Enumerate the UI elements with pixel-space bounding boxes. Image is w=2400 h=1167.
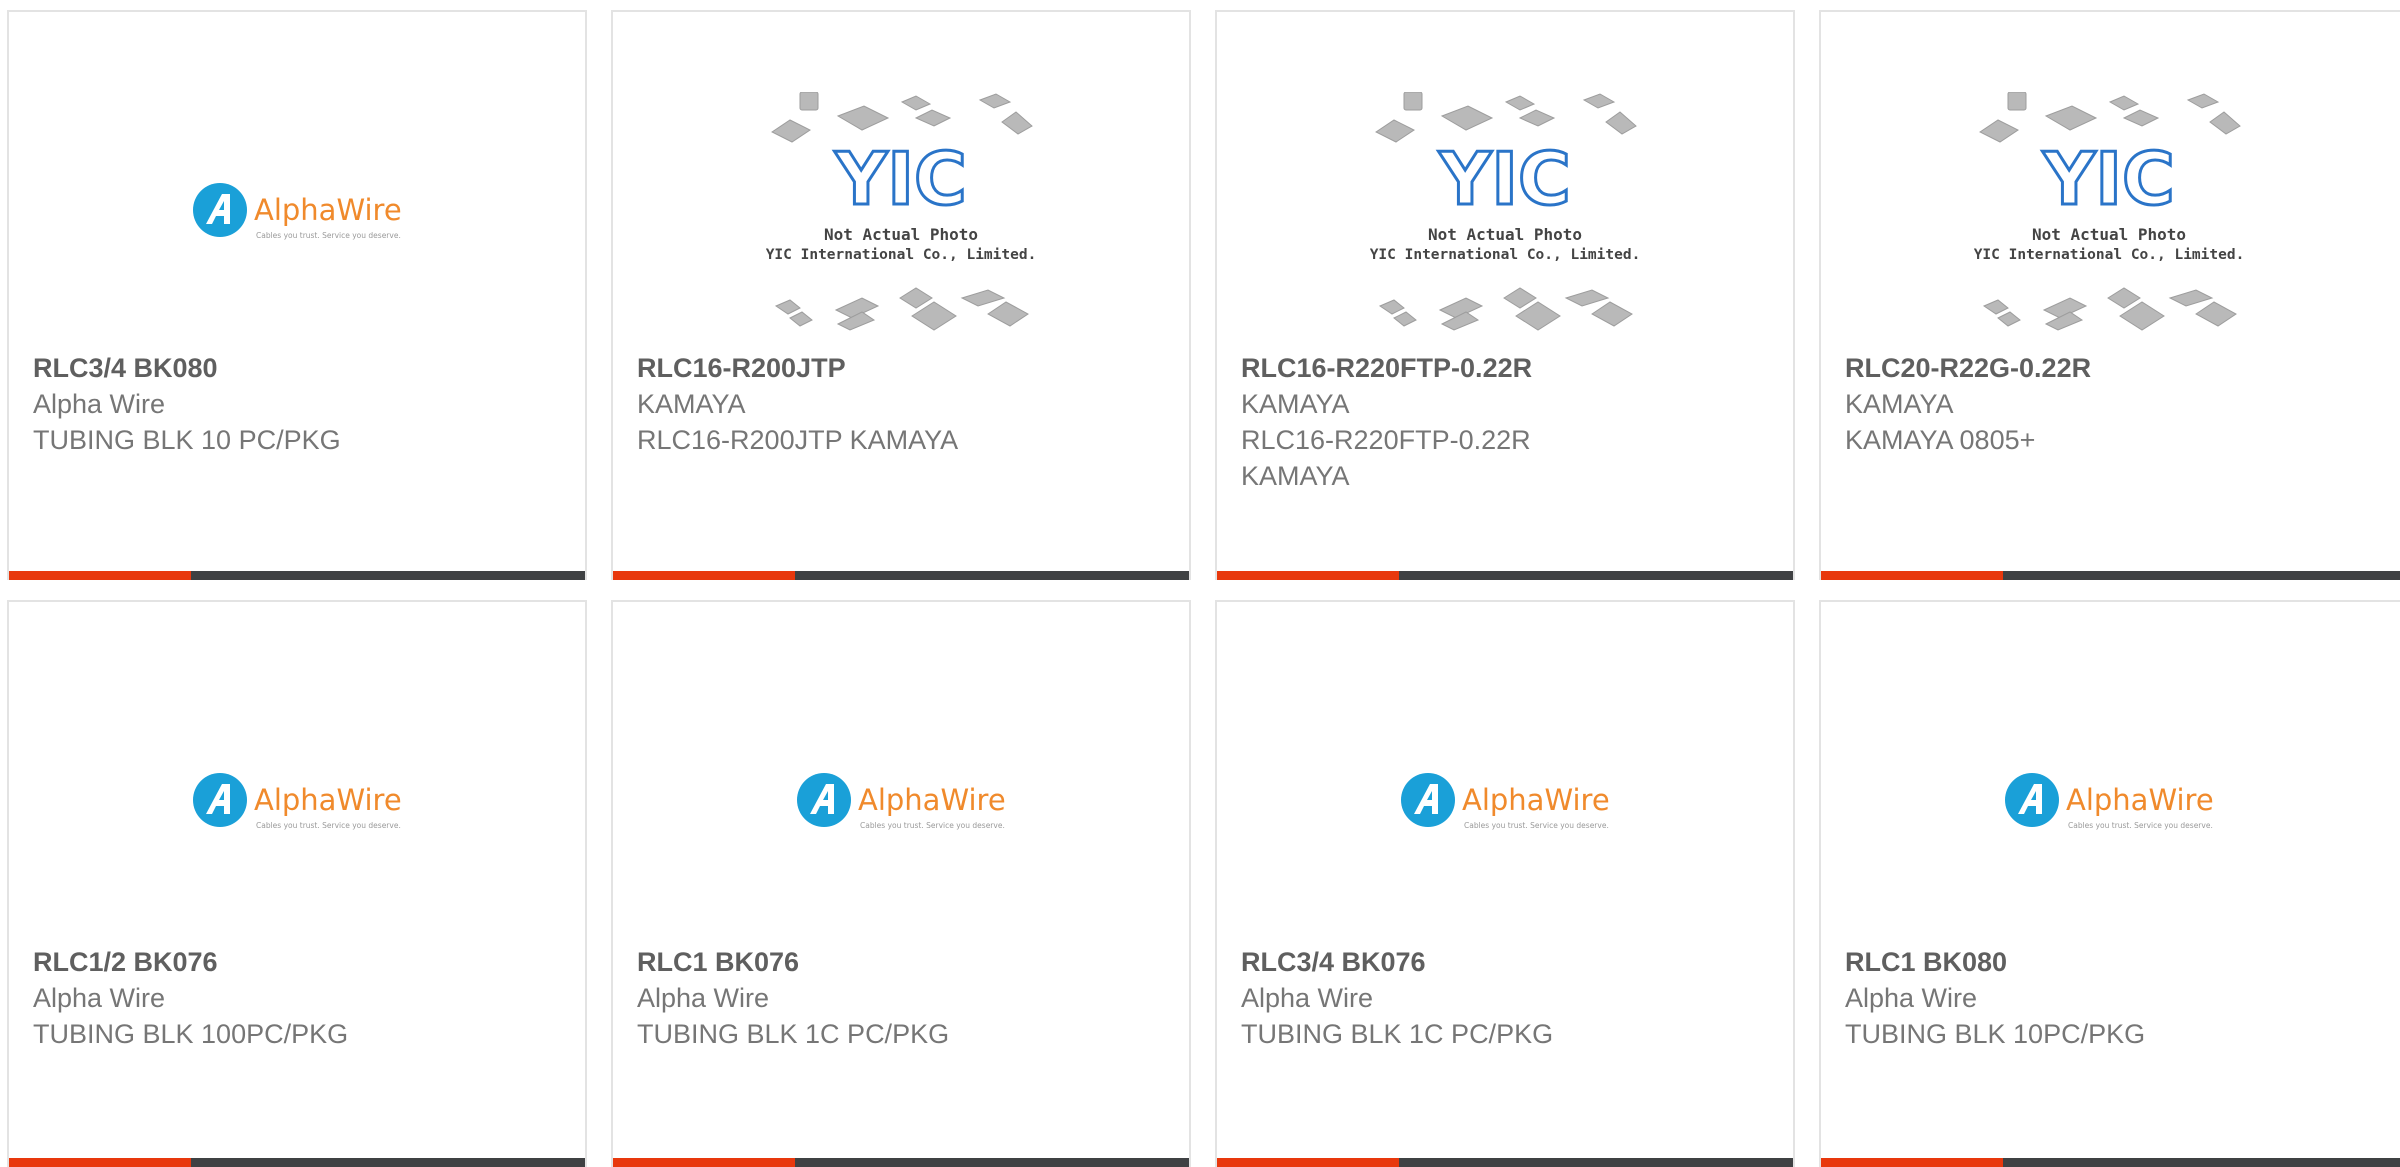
- manufacturer-name: KAMAYA: [1845, 389, 1954, 419]
- card-bottom-bar: [613, 1158, 1189, 1167]
- svg-text:Not Actual Photo: Not Actual Photo: [1428, 225, 1582, 244]
- svg-text:AlphaWire: AlphaWire: [254, 193, 402, 227]
- product-description: TUBING BLK 100PC/PKG: [33, 1019, 349, 1049]
- svg-text:YIC International Co., Limited: YIC International Co., Limited.: [766, 247, 1036, 263]
- alphawire-logo: AlphaWire Cables you trust. Service you …: [193, 773, 402, 830]
- product-card[interactable]: AlphaWire Cables you trust. Service you …: [7, 10, 587, 580]
- card-accent: [9, 571, 191, 580]
- svg-text:Cables you trust. Service you: Cables you trust. Service you deserve.: [1464, 821, 1609, 830]
- card-bottom-bar: [1821, 1158, 2400, 1167]
- product-card[interactable]: AlphaWire Cables you trust. Service you …: [1819, 600, 2400, 1167]
- product-description: TUBING BLK 1C PC/PKG: [637, 1019, 950, 1049]
- svg-text:Not Actual Photo: Not Actual Photo: [824, 225, 978, 244]
- part-number-link[interactable]: RLC16-R220FTP-0.22R: [1241, 350, 1563, 386]
- svg-text:Not Actual Photo: Not Actual Photo: [2032, 225, 2186, 244]
- product-description: TUBING BLK 10PC/PKG: [1845, 1019, 2146, 1049]
- part-number-link[interactable]: RLC20-R22G-0.22R: [1845, 350, 2387, 386]
- yic-not-actual-photo-image: YIC Not Actual Photo YIC International C…: [1974, 92, 2244, 331]
- svg-text:YIC: YIC: [2042, 137, 2175, 221]
- card-bottom-bar: [9, 1158, 585, 1167]
- card-bottom-bar: [9, 571, 585, 580]
- product-image[interactable]: AlphaWire Cables you trust. Service you …: [1821, 652, 2397, 952]
- manufacturer-name: Alpha Wire: [33, 389, 166, 419]
- part-number-link[interactable]: RLC1/2 BK076: [33, 944, 565, 980]
- product-card[interactable]: AlphaWire Cables you trust. Service you …: [611, 600, 1191, 1167]
- manufacturer-name: Alpha Wire: [637, 983, 770, 1013]
- svg-text:Cables you trust. Service you: Cables you trust. Service you deserve.: [860, 821, 1005, 830]
- card-bottom-bar: [1217, 1158, 1793, 1167]
- manufacturer-name: KAMAYA: [637, 389, 746, 419]
- yic-not-actual-photo-image: YIC Not Actual Photo YIC International C…: [766, 92, 1036, 331]
- svg-text:YIC: YIC: [834, 137, 967, 221]
- product-card[interactable]: YIC Not Actual Photo YIC International C…: [1819, 10, 2400, 580]
- product-description: TUBING BLK 10 PC/PKG: [33, 425, 341, 455]
- part-number-link[interactable]: RLC1 BK076: [637, 944, 1169, 980]
- product-card[interactable]: AlphaWire Cables you trust. Service you …: [1215, 600, 1795, 1167]
- svg-text:YIC: YIC: [1438, 137, 1571, 221]
- card-bottom-bar: [1821, 571, 2400, 580]
- card-accent: [1821, 1158, 2003, 1167]
- alphawire-logo: AlphaWire Cables you trust. Service you …: [797, 773, 1006, 830]
- card-accent: [9, 1158, 191, 1167]
- svg-text:Cables you trust. Service you: Cables you trust. Service you deserve.: [256, 821, 401, 830]
- svg-text:AlphaWire: AlphaWire: [254, 783, 402, 817]
- alphawire-logo: AlphaWire Cables you trust. Service you …: [2005, 773, 2214, 830]
- product-description: KAMAYA 0805+: [1845, 425, 2036, 455]
- manufacturer-name: Alpha Wire: [1241, 983, 1374, 1013]
- card-bottom-bar: [1217, 571, 1793, 580]
- product-image[interactable]: YIC Not Actual Photo YIC International C…: [1217, 62, 1793, 362]
- product-image[interactable]: YIC Not Actual Photo YIC International C…: [1821, 62, 2397, 362]
- product-description: RLC16-R220FTP-0.22R KAMAYA: [1241, 425, 1531, 491]
- svg-text:AlphaWire: AlphaWire: [858, 783, 1006, 817]
- svg-text:AlphaWire: AlphaWire: [2066, 783, 2214, 817]
- card-accent: [1217, 571, 1399, 580]
- card-accent: [1217, 1158, 1399, 1167]
- product-image[interactable]: YIC Not Actual Photo YIC International C…: [613, 62, 1189, 362]
- part-number-link[interactable]: RLC3/4 BK080: [33, 350, 565, 386]
- svg-text:Cables you trust. Service you: Cables you trust. Service you deserve.: [256, 231, 401, 240]
- card-accent: [613, 1158, 795, 1167]
- manufacturer-name: Alpha Wire: [33, 983, 166, 1013]
- product-image[interactable]: AlphaWire Cables you trust. Service you …: [9, 652, 585, 952]
- alphawire-logo: AlphaWire Cables you trust. Service you …: [193, 183, 402, 240]
- yic-not-actual-photo-image: YIC Not Actual Photo YIC International C…: [1370, 92, 1640, 331]
- product-description: TUBING BLK 1C PC/PKG: [1241, 1019, 1554, 1049]
- part-number-link[interactable]: RLC16-R200JTP: [637, 350, 1169, 386]
- manufacturer-name: KAMAYA: [1241, 389, 1350, 419]
- product-image[interactable]: AlphaWire Cables you trust. Service you …: [613, 652, 1189, 952]
- card-accent: [1821, 571, 2003, 580]
- part-number-link[interactable]: RLC1 BK080: [1845, 944, 2387, 980]
- svg-text:AlphaWire: AlphaWire: [1462, 783, 1610, 817]
- alphawire-logo: AlphaWire Cables you trust. Service you …: [1401, 773, 1610, 830]
- product-image[interactable]: AlphaWire Cables you trust. Service you …: [9, 62, 585, 362]
- product-card[interactable]: YIC Not Actual Photo YIC International C…: [1215, 10, 1795, 580]
- product-image[interactable]: AlphaWire Cables you trust. Service you …: [1217, 652, 1793, 952]
- product-description: RLC16-R200JTP KAMAYA: [637, 425, 959, 455]
- svg-text:Cables you trust. Service you: Cables you trust. Service you deserve.: [2068, 821, 2213, 830]
- card-bottom-bar: [613, 571, 1189, 580]
- card-accent: [613, 571, 795, 580]
- manufacturer-name: Alpha Wire: [1845, 983, 1978, 1013]
- svg-text:YIC International Co., Limited: YIC International Co., Limited.: [1974, 247, 2244, 263]
- product-card[interactable]: AlphaWire Cables you trust. Service you …: [7, 600, 587, 1167]
- part-number-link[interactable]: RLC3/4 BK076: [1241, 944, 1773, 980]
- product-card[interactable]: YIC Not Actual Photo YIC International C…: [611, 10, 1191, 580]
- svg-text:YIC International Co., Limited: YIC International Co., Limited.: [1370, 247, 1640, 263]
